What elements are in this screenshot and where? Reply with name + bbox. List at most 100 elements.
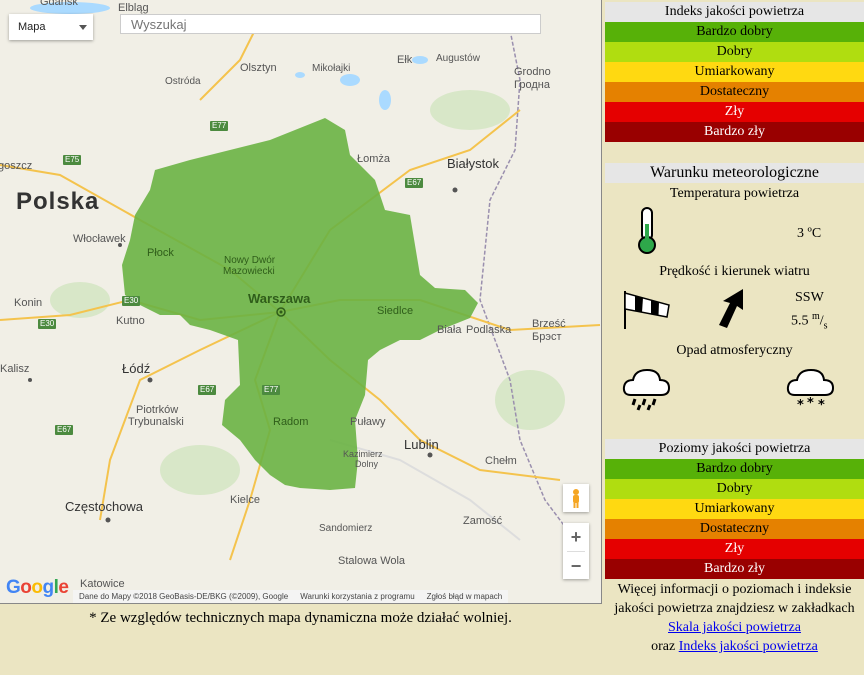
- road-e30: E30: [38, 319, 57, 329]
- rain-cloud-icon: [622, 368, 671, 411]
- road-e67: E67: [55, 425, 74, 435]
- wind-direction-arrow-icon: [719, 289, 743, 328]
- zoom-in-button[interactable]: +: [563, 523, 589, 551]
- city-bialystok: Białystok: [447, 156, 500, 171]
- city-pulawy: Puławy: [350, 416, 386, 428]
- city-zamosc: Zamość: [463, 515, 503, 527]
- zoom-controls: + −: [563, 523, 589, 579]
- wind-unit-bottom: s: [823, 320, 828, 332]
- city-mazowiecki: Mazowiecki: [223, 266, 275, 277]
- index-panel-title: Indeks jakości powietrza: [605, 2, 864, 22]
- level-good: Dobry: [605, 479, 864, 499]
- city-augustow: Augustów: [436, 53, 480, 64]
- city-elk: Ełk: [397, 54, 413, 66]
- levels-panel-title: Poziomy jakości powietrza: [605, 439, 864, 459]
- city-konin: Konin: [14, 297, 43, 309]
- wind-unit-top: m: [812, 311, 820, 322]
- city-trybunalski: Trybunalski: [128, 416, 184, 428]
- road-e77: E77: [262, 385, 281, 395]
- info-text-1: Więcej informacji o poziomach i indeksie…: [614, 582, 855, 616]
- city-wloclawek: Włocławek: [73, 233, 126, 245]
- snow-cloud-icon: * * *: [786, 368, 835, 411]
- wind-label: Prędkość i kierunek wiatru: [659, 264, 810, 279]
- footnote: * Ze względów technicznych mapa dynamicz…: [89, 610, 512, 626]
- level-bad: Zły: [605, 539, 864, 559]
- level-very-bad: Bardzo zły: [605, 559, 864, 579]
- city-biala: Biała: [437, 324, 462, 336]
- terms-link[interactable]: Warunki korzystania z programu: [300, 590, 414, 603]
- pegman-icon: [573, 489, 579, 508]
- city-warszawa: Warszawa: [248, 291, 311, 306]
- wind-speed-row: 5.5 m/s: [791, 311, 828, 332]
- city-plock: Płock: [147, 247, 174, 259]
- city-grodno: Grodno: [514, 66, 551, 78]
- meteo-panel-title: Warunku meteorologiczne: [605, 163, 864, 183]
- city-stalowa-wola: Stalowa Wola: [338, 555, 406, 567]
- city-gdansk: Gdańsk: [40, 0, 78, 8]
- city-lublin: Lublin: [404, 437, 439, 452]
- scale-link[interactable]: Skala jakości powietrza: [668, 620, 801, 635]
- index-level-very-bad: Bardzo zły: [605, 122, 864, 142]
- city-mikolajki: Mikołajki: [312, 63, 351, 74]
- thermometer-icon: [638, 207, 656, 254]
- map-type-label: Mapa: [18, 21, 46, 33]
- city-brest: Брэст: [532, 331, 562, 343]
- search-input[interactable]: [120, 14, 541, 34]
- city-kielce: Kielce: [230, 494, 260, 506]
- windsock-icon: [624, 291, 670, 329]
- road-e77: E77: [210, 121, 229, 131]
- wind-direction: SSW: [795, 290, 824, 305]
- index-level-bad: Zły: [605, 102, 864, 122]
- levels-panel: Poziomy jakości powietrza Bardzo dobry D…: [605, 439, 864, 579]
- temperature-value: 3 ºC: [797, 226, 822, 241]
- city-siedlce: Siedlce: [377, 305, 414, 317]
- index-level-sufficient: Dostateczny: [605, 82, 864, 102]
- city-radom: Radom: [273, 416, 309, 428]
- city-dolny: Dolny: [355, 459, 379, 469]
- city-brzesc: Brześć: [532, 318, 566, 330]
- attribution-text: Dane do Mapy ©2018 GeoBasis-DE/BKG (©200…: [79, 592, 289, 601]
- country-label: Polska: [16, 188, 100, 215]
- map-attribution: Dane do Mapy ©2018 GeoBasis-DE/BKG (©200…: [73, 590, 509, 603]
- road-e67: E67: [405, 178, 424, 188]
- road-e75: E75: [63, 155, 82, 165]
- map[interactable]: Gdańsk Elbląg Olsztyn Mikołajki Ełk Augu…: [0, 0, 602, 604]
- city-grodno-cyr: Гродна: [514, 79, 550, 91]
- city-olsztyn: Olsztyn: [240, 62, 277, 74]
- road-e30-shield: E30: [122, 296, 141, 306]
- map-type-select[interactable]: Mapa: [9, 14, 93, 40]
- city-ostroda: Ostróda: [165, 76, 201, 87]
- report-error-link[interactable]: Zgłoś błąd w mapach: [427, 590, 503, 603]
- info-text: Więcej informacji o poziomach i indeksie…: [605, 580, 864, 656]
- info-text-2: oraz: [651, 639, 676, 654]
- city-kutno: Kutno: [116, 315, 145, 327]
- road-e67: E67: [198, 385, 217, 395]
- google-logo[interactable]: Google: [6, 577, 69, 599]
- index-level-good: Dobry: [605, 42, 864, 62]
- svg-text:*: *: [818, 398, 825, 411]
- index-level-moderate: Umiarkowany: [605, 62, 864, 82]
- wind-speed: 5.5: [791, 313, 809, 329]
- city-lodz: Łódź: [122, 361, 151, 376]
- city-kalisz: Kalisz: [0, 363, 30, 375]
- index-panel: Indeks jakości powietrza Bardzo dobry Do…: [605, 2, 864, 142]
- chevron-down-icon: [79, 25, 87, 30]
- zoom-out-button[interactable]: −: [563, 552, 589, 579]
- city-podlaska: Podlaska: [466, 324, 512, 336]
- temperature-label: Temperatura powietrza: [669, 186, 800, 201]
- level-moderate: Umiarkowany: [605, 499, 864, 519]
- level-very-good: Bardzo dobry: [605, 459, 864, 479]
- level-sufficient: Dostateczny: [605, 519, 864, 539]
- city-lomza: Łomża: [357, 153, 391, 165]
- city-chelm: Chełm: [485, 455, 517, 467]
- city-czestochowa: Częstochowa: [65, 499, 144, 514]
- city-sandomierz: Sandomierz: [319, 523, 373, 534]
- city-goszcz: goszcz: [0, 160, 33, 172]
- svg-text:*: *: [797, 398, 804, 411]
- street-view-pegman[interactable]: [563, 484, 589, 512]
- svg-text:*: *: [807, 396, 814, 411]
- precip-label: Opad atmosferyczny: [676, 343, 793, 358]
- index-level-very-good: Bardzo dobry: [605, 22, 864, 42]
- index-link[interactable]: Indeks jakości powietrza: [679, 639, 818, 654]
- meteo-panel: Warunku meteorologiczne Temperatura powi…: [605, 163, 864, 423]
